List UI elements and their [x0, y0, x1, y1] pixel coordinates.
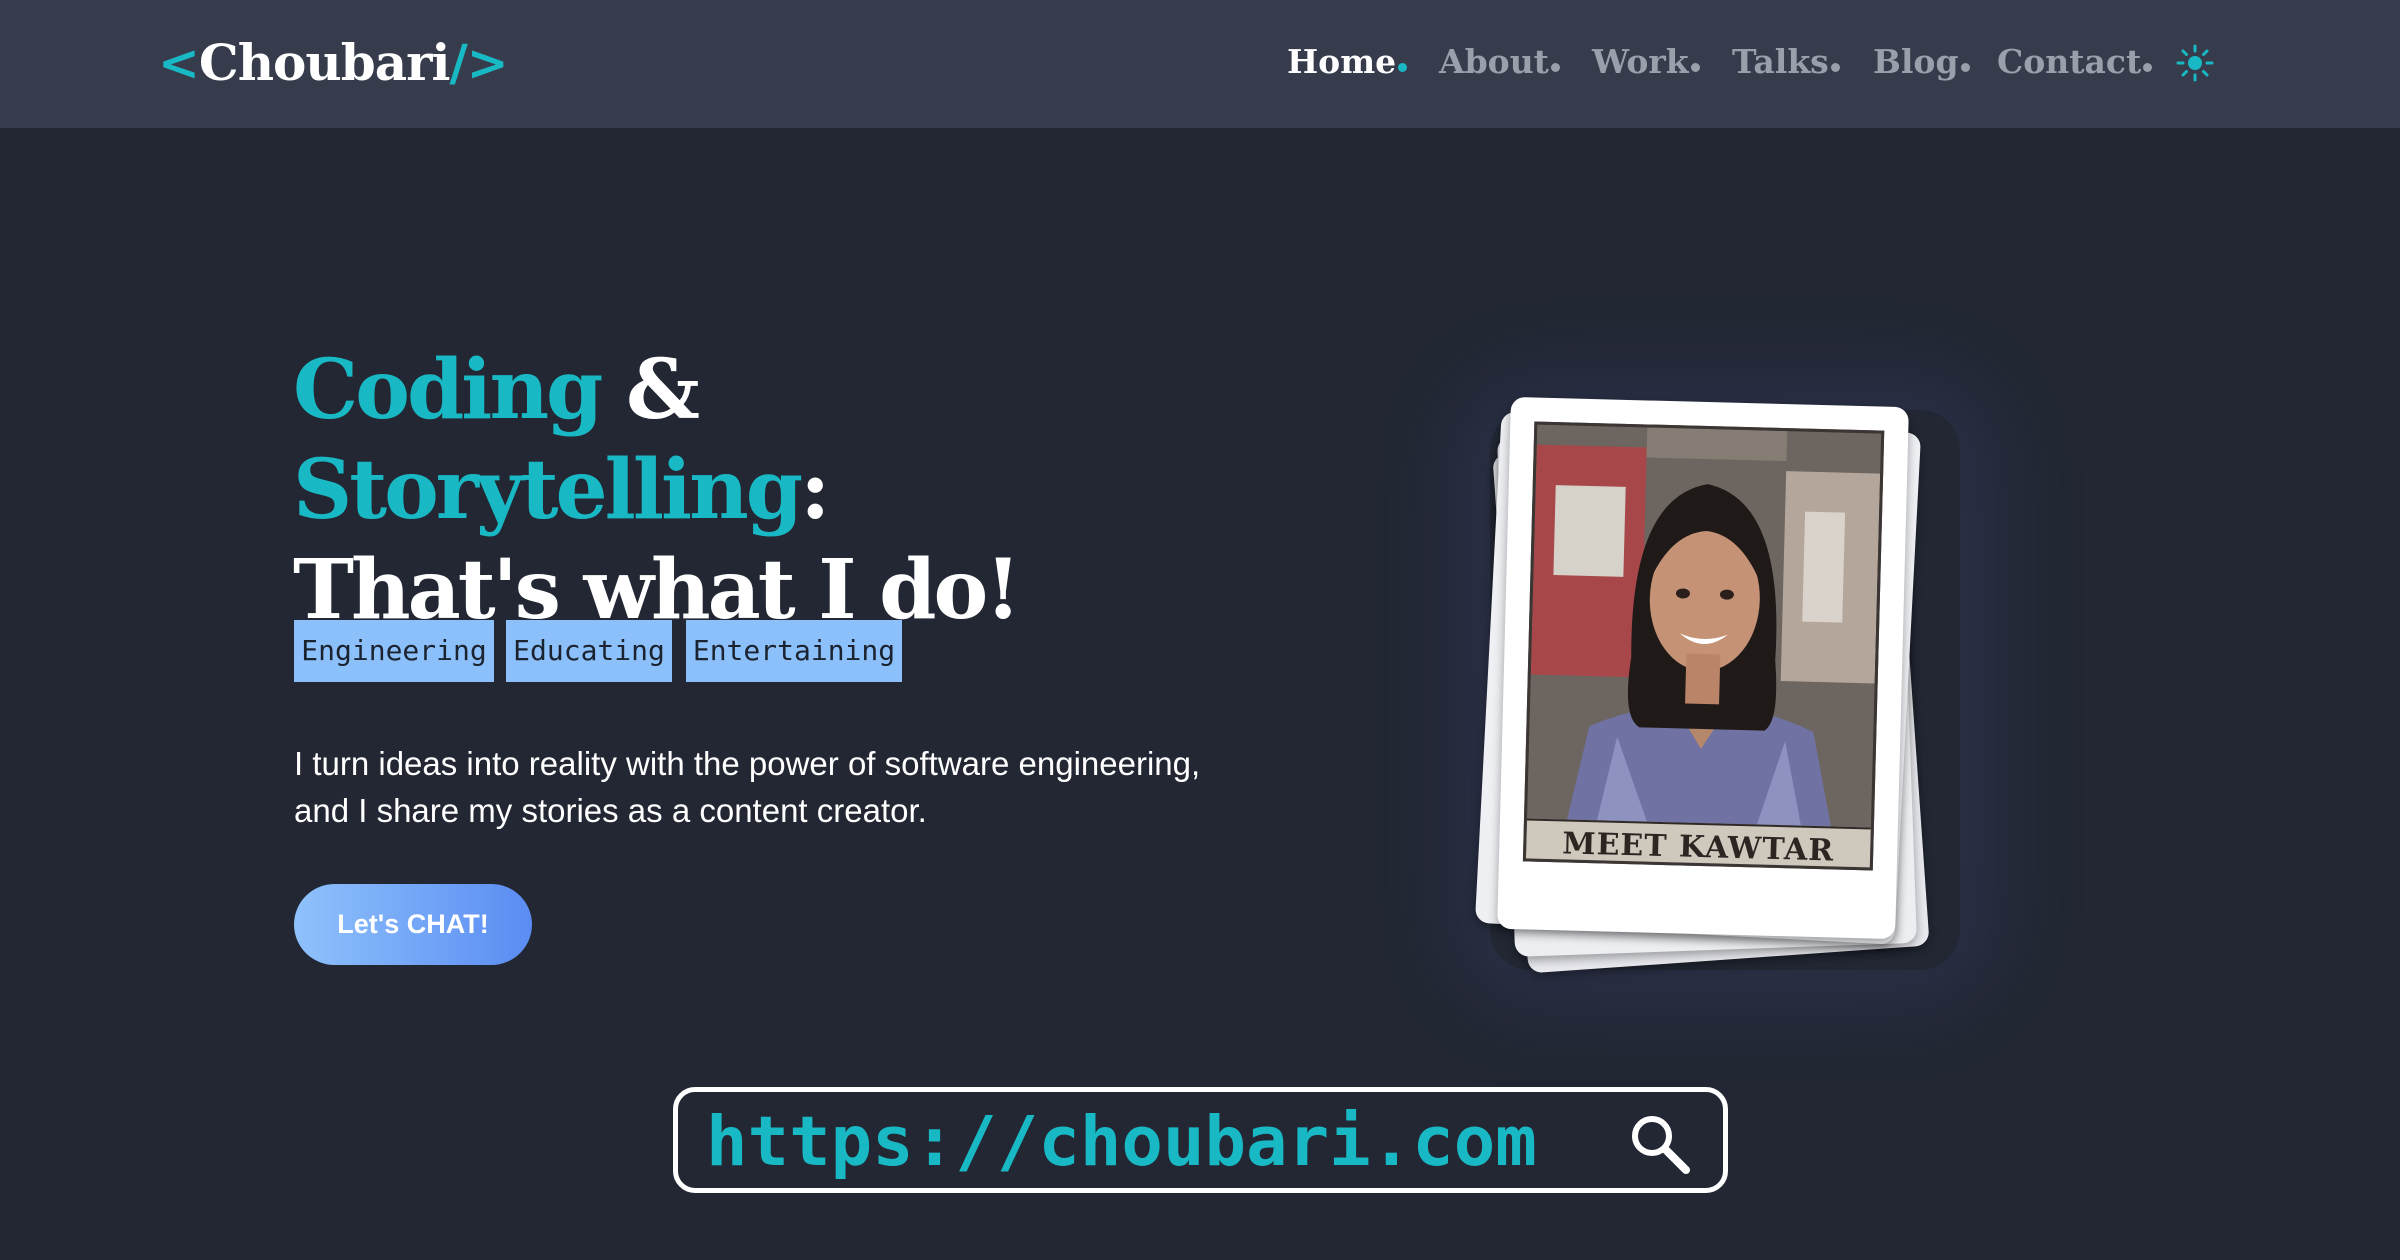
lets-chat-button[interactable]: Let's CHAT!	[294, 884, 532, 965]
nav-home-label: Home	[1287, 42, 1397, 81]
nav-dot	[2143, 63, 2153, 72]
profile-photo: MEET KAWTAR	[1522, 421, 1885, 871]
nav-talks[interactable]: Talks	[1732, 38, 1840, 86]
tag-engineering: Engineering	[294, 620, 494, 682]
headline-amp: &	[600, 342, 700, 438]
photo-caption: MEET KAWTAR	[1525, 818, 1871, 871]
headline-coding: Coding	[293, 342, 603, 438]
search-icon[interactable]	[1626, 1110, 1694, 1178]
url-search-bar[interactable]: https://choubari.com	[673, 1087, 1728, 1193]
nav-blog[interactable]: Blog	[1873, 38, 1970, 86]
nav-contact[interactable]: Contact	[1997, 38, 2153, 86]
headline-storytelling: Storytelling	[293, 442, 803, 538]
nav-about[interactable]: About	[1439, 38, 1560, 86]
nav-about-label: About	[1439, 42, 1549, 81]
nav-work[interactable]: Work	[1592, 38, 1700, 86]
nav-dot	[1550, 63, 1560, 72]
nav-dot	[1398, 63, 1408, 72]
photo-card-front: MEET KAWTAR	[1497, 396, 1909, 940]
main-nav: Home About Work Talks Blog Contact	[0, 38, 2400, 88]
nav-contact-label: Contact	[1997, 42, 2142, 81]
site-header: <Choubari/> Home About Work Talks Blog C…	[0, 0, 2400, 128]
tag-educating: Educating	[506, 620, 672, 682]
nav-talks-label: Talks	[1732, 42, 1829, 81]
nav-dot	[1830, 63, 1840, 72]
tag-entertaining: Entertaining	[686, 620, 902, 682]
nav-work-label: Work	[1592, 42, 1689, 81]
hero-headline: Coding & Storytelling: That's what I do!	[293, 340, 1253, 640]
nav-dot	[1690, 63, 1700, 72]
hero-intro: I turn ideas into reality with the power…	[294, 745, 1201, 829]
portrait-illustration	[1527, 424, 1882, 828]
nav-blog-label: Blog	[1873, 42, 1959, 81]
nav-dot	[1960, 63, 1970, 72]
sun-icon	[2176, 44, 2214, 82]
page: <Choubari/> Home About Work Talks Blog C…	[0, 0, 2400, 1260]
nav-home[interactable]: Home	[1287, 38, 1408, 86]
url-text: https://choubari.com	[706, 1102, 1537, 1182]
headline-colon: :	[800, 442, 830, 538]
profile-photo-stack: MEET KAWTAR	[1470, 380, 1990, 1000]
theme-toggle-button[interactable]	[2176, 44, 2214, 82]
